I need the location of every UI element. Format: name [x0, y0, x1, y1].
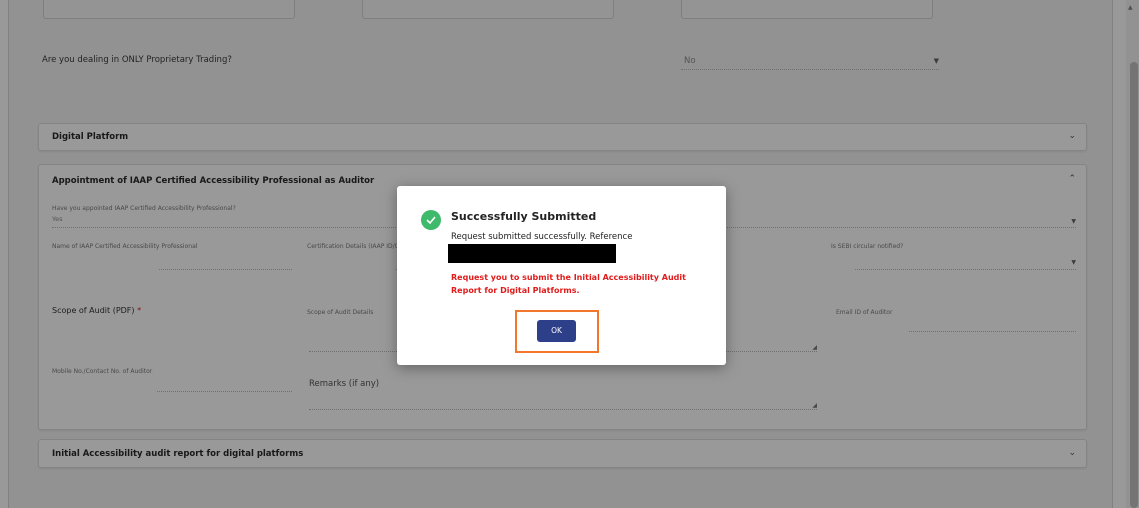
modal-message: Request submitted successfully. Referenc…	[451, 232, 633, 242]
success-modal: Successfully Submitted Request submitted…	[397, 186, 726, 365]
redacted-reference	[448, 244, 616, 263]
modal-title: Successfully Submitted	[451, 210, 597, 223]
ok-button[interactable]: OK	[537, 320, 576, 342]
modal-warning: Request you to submit the Initial Access…	[451, 273, 686, 295]
check-circle-icon	[421, 210, 441, 230]
